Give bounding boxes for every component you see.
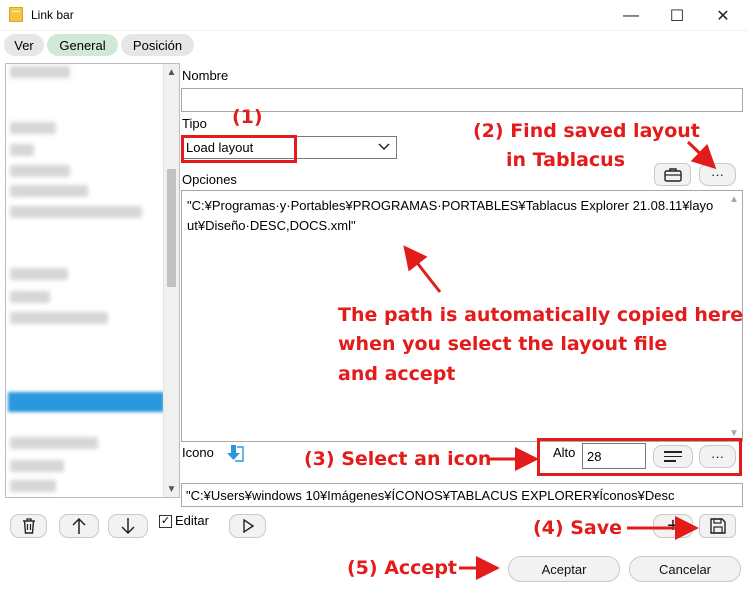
tab-posicion[interactable]: Posición — [121, 34, 194, 56]
annotation-step3: (3) Select an icon — [304, 448, 492, 470]
icon-path-input[interactable]: "C:¥Users¥windows 10¥Imágenes¥ÍCONOS¥TAB… — [181, 483, 743, 507]
delete-button[interactable] — [10, 514, 47, 538]
arrow-up-icon — [72, 517, 86, 534]
annotation-step5: (5) Accept — [347, 557, 458, 579]
annotation-step1: (1) — [232, 106, 263, 128]
tab-general[interactable]: General — [47, 34, 118, 56]
editar-checkbox[interactable]: ✓ — [159, 515, 172, 528]
chevron-down-icon — [377, 139, 391, 156]
download-icon[interactable] — [222, 444, 246, 467]
browse-layout-button[interactable]: ··· — [699, 163, 736, 186]
briefcase-icon — [663, 167, 682, 182]
scroll-thumb[interactable] — [167, 169, 176, 287]
floppy-disk-icon — [709, 518, 726, 534]
nombre-label: Nombre — [182, 68, 229, 83]
minimize-button[interactable]: — — [608, 0, 654, 31]
icon-path-value: "C:¥Users¥windows 10¥Imágenes¥ÍCONOS¥TAB… — [186, 488, 675, 503]
annotation-box-icon — [537, 438, 742, 476]
folder-icon — [9, 7, 23, 22]
list-item[interactable] — [10, 206, 142, 218]
list-item[interactable] — [10, 268, 68, 280]
annotation-step4: (4) Save — [533, 517, 622, 539]
opciones-label: Opciones — [182, 172, 237, 187]
nombre-input[interactable] — [181, 88, 743, 112]
tipo-label: Tipo — [182, 116, 207, 131]
close-button[interactable]: ✕ — [700, 0, 746, 31]
icono-label: Icono — [182, 445, 214, 460]
list-item[interactable] — [10, 122, 56, 134]
arrow-down-icon — [121, 518, 135, 535]
annotation-step2-line2: in Tablacus — [506, 149, 626, 171]
list-item[interactable] — [10, 165, 70, 177]
list-item[interactable] — [10, 185, 88, 197]
briefcase-button[interactable] — [654, 163, 691, 186]
save-button[interactable] — [699, 514, 736, 538]
move-down-button[interactable] — [108, 514, 148, 538]
list-item[interactable] — [10, 460, 64, 472]
annotation-path-note-3: and accept — [338, 363, 456, 385]
editar-label: Editar — [175, 513, 209, 528]
list-item[interactable] — [10, 437, 98, 449]
opciones-value: "C:¥Programas·y·Portables¥PROGRAMAS·PORT… — [187, 198, 714, 233]
title-bar: Link bar — ☐ ✕ — [0, 0, 748, 31]
aceptar-button[interactable]: Aceptar — [508, 556, 620, 582]
selected-list-item[interactable] — [8, 392, 164, 412]
add-button[interactable]: + — [653, 514, 693, 538]
list-item[interactable] — [10, 144, 34, 156]
list-item[interactable] — [10, 480, 56, 492]
move-up-button[interactable] — [59, 514, 99, 538]
trash-icon — [22, 518, 35, 534]
play-icon — [242, 518, 254, 534]
annotation-step2-line1: (2) Find saved layout — [473, 120, 700, 142]
list-item[interactable] — [10, 291, 50, 303]
link-list[interactable]: ▲ ▼ — [5, 63, 180, 498]
annotation-box-tipo — [181, 135, 297, 163]
cancelar-button[interactable]: Cancelar — [629, 556, 741, 582]
annotation-path-note-2: when you select the layout file — [338, 333, 668, 355]
scroll-down-icon[interactable]: ▼ — [164, 481, 179, 497]
list-item[interactable] — [10, 312, 108, 324]
scroll-up-icon[interactable]: ▲ — [164, 64, 179, 80]
list-scrollbar[interactable]: ▲ ▼ — [163, 64, 179, 497]
window-title: Link bar — [31, 8, 74, 22]
annotation-path-note-1: The path is automatically copied here — [338, 304, 744, 326]
list-item[interactable] — [10, 66, 70, 78]
maximize-button[interactable]: ☐ — [654, 0, 700, 31]
tab-ver[interactable]: Ver — [4, 34, 44, 56]
run-button[interactable] — [229, 514, 266, 538]
scroll-up-icon[interactable]: ▲ — [726, 191, 742, 207]
